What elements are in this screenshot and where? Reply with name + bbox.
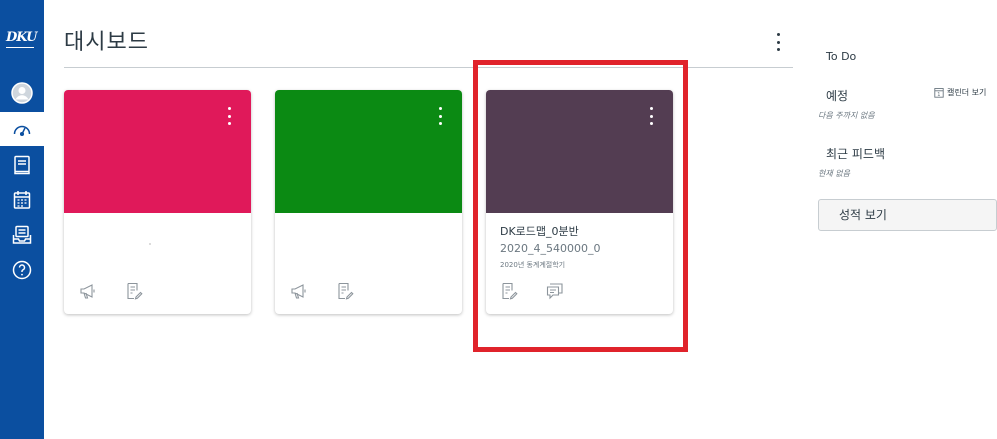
announcements-icon[interactable] <box>79 282 97 300</box>
page-title: 대시보드 <box>64 30 149 55</box>
account-icon <box>11 82 33 104</box>
upcoming-empty: 다음 주까지 없음 <box>818 111 875 120</box>
assignments-icon[interactable] <box>125 282 143 300</box>
feedback-empty: 현재 없음 <box>818 169 850 178</box>
nav-help[interactable] <box>0 253 44 287</box>
course-card[interactable] <box>275 90 462 314</box>
feedback-title: 최근 피드백 <box>826 147 886 161</box>
inbox-icon <box>12 225 32 244</box>
calendar-view-label: 캘린더 보기 <box>947 88 987 97</box>
nav-account[interactable] <box>0 76 44 110</box>
placeholder-mark <box>149 243 151 245</box>
nav-courses[interactable] <box>0 148 44 182</box>
card-options-button[interactable] <box>226 107 232 125</box>
nav-calendar[interactable] <box>0 183 44 217</box>
calendar-small-icon: 1 <box>934 88 944 98</box>
dashboard-icon <box>13 125 31 137</box>
course-card-hero[interactable] <box>275 90 462 213</box>
help-icon <box>12 260 32 280</box>
course-card[interactable] <box>64 90 251 314</box>
course-card-hero[interactable] <box>64 90 251 213</box>
svg-text:1: 1 <box>937 92 940 98</box>
more-vertical-icon <box>776 33 780 36</box>
assignments-icon[interactable] <box>336 282 354 300</box>
highlight-box <box>473 60 688 352</box>
card-options-button[interactable] <box>437 107 443 125</box>
logo-text: DKU <box>6 30 37 45</box>
calendar-view-link[interactable]: 1 캘린더 보기 <box>934 87 986 98</box>
nav-dashboard[interactable] <box>0 112 44 146</box>
global-nav: DKU <box>0 0 44 439</box>
todo-title: To Do <box>826 50 857 63</box>
upcoming-title: 예정 <box>826 89 849 103</box>
courses-icon <box>14 155 30 175</box>
logo[interactable]: DKU <box>6 30 38 54</box>
nav-inbox[interactable] <box>0 218 44 252</box>
view-grades-button[interactable]: 성적 보기 <box>818 199 997 231</box>
calendar-icon <box>13 191 31 209</box>
announcements-icon[interactable] <box>290 282 308 300</box>
dashboard-options-button[interactable] <box>773 33 783 51</box>
